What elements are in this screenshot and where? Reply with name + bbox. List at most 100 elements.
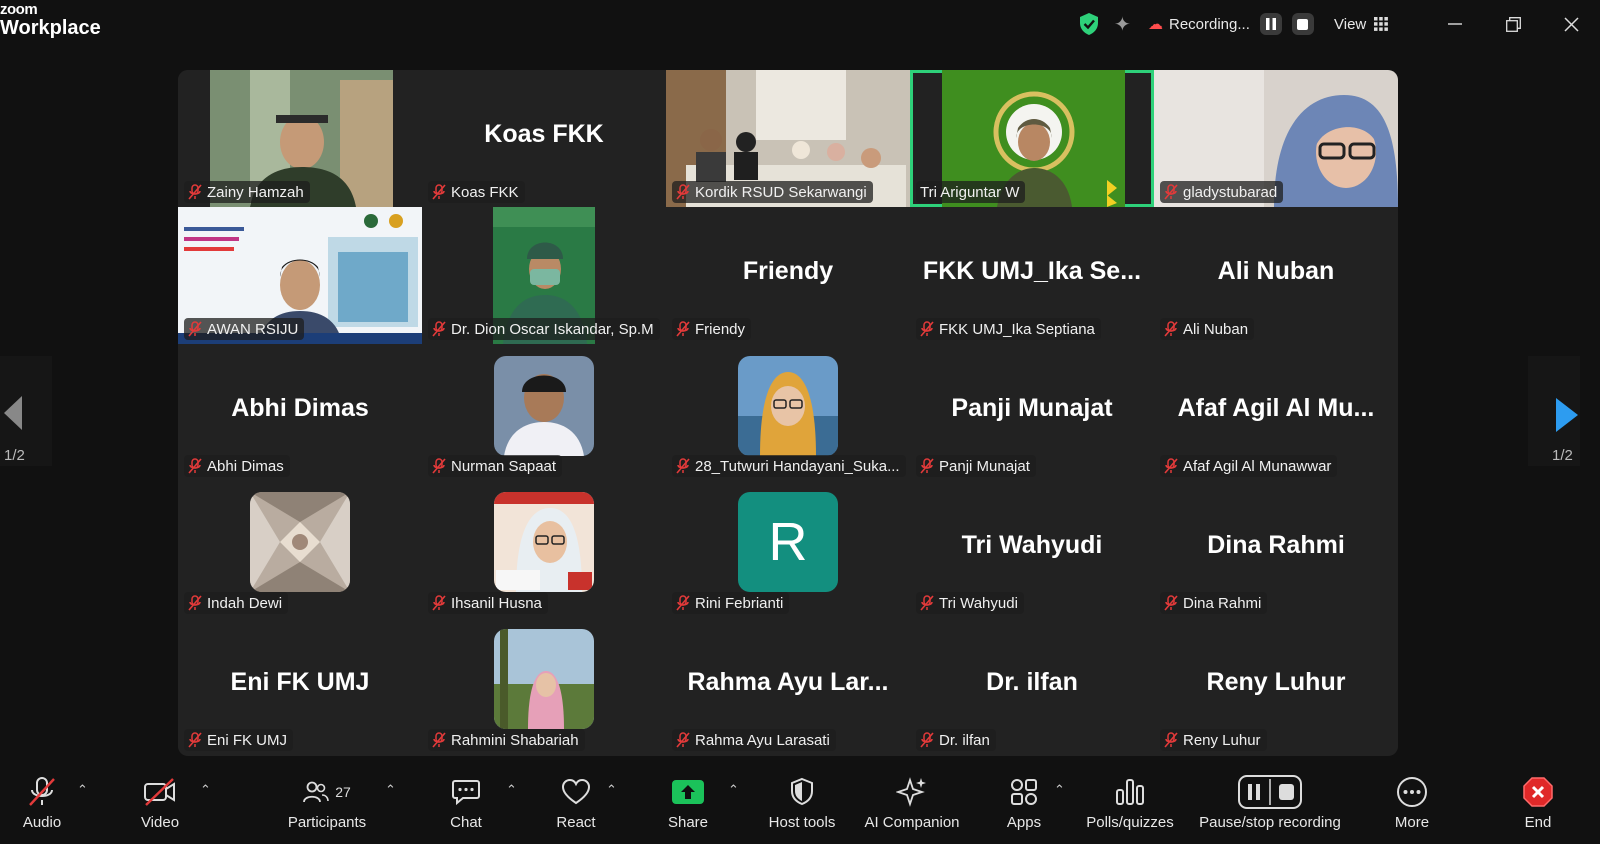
heart-icon [561, 772, 591, 812]
participant-tile[interactable]: Dina Rahmi Dina Rahmi [1154, 481, 1398, 618]
react-button[interactable]: React [550, 772, 602, 844]
active-speaker-tile[interactable]: Tri Ariguntar W [910, 70, 1154, 207]
participant-name-tag: Tri Ariguntar W [916, 181, 1026, 203]
polls-quizzes-button[interactable]: Polls/quizzes [1082, 772, 1178, 844]
more-button[interactable]: More [1386, 772, 1438, 844]
participant-tile[interactable]: Nurman Sapaat [422, 344, 666, 481]
participant-tile[interactable]: gladystubarad [1154, 70, 1398, 207]
page-indicator-left: 1/2 [4, 447, 25, 464]
participant-name-tag: Afaf Agil Al Munawwar [1160, 455, 1338, 477]
participant-name-tag: Nurman Sapaat [428, 455, 563, 477]
host-tools-button[interactable]: Host tools [762, 772, 842, 844]
mic-muted-icon [188, 732, 202, 748]
stop-recording-button[interactable] [1291, 13, 1314, 35]
participant-tile[interactable]: Dr. Dion Oscar Iskandar, Sp.M [422, 207, 666, 344]
participant-name-tag: Tri Wahyudi [916, 592, 1024, 614]
participant-tile[interactable]: Koas FKK Koas FKK [422, 70, 666, 207]
grid-icon [1374, 17, 1389, 31]
recording-indicator[interactable]: ☁ Recording... [1148, 8, 1314, 40]
ai-companion-button[interactable]: AI Companion [860, 772, 964, 844]
participant-tile[interactable]: Zainy Hamzah [178, 70, 422, 207]
participant-photo [738, 356, 838, 456]
participant-display-name: Dr. ilfan [986, 668, 1078, 696]
chat-options-chevron-up-icon[interactable]: ⌃ [506, 782, 517, 798]
participant-tile[interactable]: Reny Luhur Reny Luhur [1154, 618, 1398, 755]
more-icon [1396, 772, 1428, 812]
apps-options-chevron-up-icon[interactable]: ⌃ [1054, 782, 1065, 798]
video-button[interactable]: Video [134, 772, 186, 844]
audio-options-chevron-up-icon[interactable]: ⌃ [77, 782, 88, 798]
participant-name-tag: Indah Dewi [184, 592, 289, 614]
chat-button[interactable]: Chat [440, 772, 492, 844]
encryption-shield-icon[interactable] [1078, 8, 1100, 40]
mic-muted-icon [27, 772, 57, 812]
apps-icon [1009, 772, 1039, 812]
participant-display-name: FKK UMJ_Ika Se... [922, 257, 1142, 285]
shield-icon [789, 772, 815, 812]
participant-tile[interactable]: Indah Dewi [178, 481, 422, 618]
participant-tile[interactable]: Kordik RSUD Sekarwangi [666, 70, 910, 207]
previous-page-icon[interactable] [4, 396, 22, 435]
participant-tile[interactable]: Panji Munajat Panji Munajat [910, 344, 1154, 481]
participant-display-name: Rahma Ayu Lar... [687, 668, 889, 696]
mic-muted-icon [432, 732, 446, 748]
view-label: View [1334, 15, 1367, 33]
participant-tile[interactable]: 28_Tutwuri Handayani_Suka... [666, 344, 910, 481]
ai-sparkle-icon[interactable]: ✦ [1114, 8, 1131, 40]
pause-recording-button[interactable] [1259, 13, 1282, 35]
participant-tile[interactable]: Tri Wahyudi Tri Wahyudi [910, 481, 1154, 618]
participant-name-tag: Zainy Hamzah [184, 181, 310, 203]
participant-display-name: Afaf Agil Al Mu... [1177, 394, 1375, 422]
mic-muted-icon [1164, 458, 1178, 474]
participant-tile[interactable]: Rahmini Shabariah [422, 618, 666, 755]
participant-display-name: Reny Luhur [1206, 668, 1346, 696]
participant-tile[interactable]: Afaf Agil Al Mu... Afaf Agil Al Munawwar [1154, 344, 1398, 481]
audio-button[interactable]: Audio [16, 772, 68, 844]
participant-tile[interactable]: Ihsanil Husna [422, 481, 666, 618]
react-options-chevron-up-icon[interactable]: ⌃ [606, 782, 617, 798]
mic-muted-icon [432, 458, 446, 474]
participant-name-tag: Rahmini Shabariah [428, 729, 585, 751]
stop-icon [1297, 18, 1309, 30]
participant-photo [494, 492, 594, 592]
participant-tile[interactable]: FKK UMJ_Ika Se... FKK UMJ_Ika Septiana [910, 207, 1154, 344]
participant-tile[interactable]: Rahma Ayu Lar... Rahma Ayu Larasati [666, 618, 910, 755]
mic-muted-icon [188, 595, 202, 611]
participants-button[interactable]: 27 Participants [284, 772, 370, 844]
participant-name-tag: 28_Tutwuri Handayani_Suka... [672, 455, 906, 477]
apps-button[interactable]: Apps [998, 772, 1050, 844]
mic-muted-icon [188, 321, 202, 337]
view-button[interactable]: View [1334, 8, 1389, 40]
mic-muted-icon [676, 732, 690, 748]
participant-tile[interactable]: Eni FK UMJ Eni FK UMJ [178, 618, 422, 755]
mic-muted-icon [676, 595, 690, 611]
share-options-chevron-up-icon[interactable]: ⌃ [728, 782, 739, 798]
participant-tile[interactable]: AWAN RSIJU [178, 207, 422, 344]
participant-tile[interactable]: Friendy Friendy [666, 207, 910, 344]
participants-options-chevron-up-icon[interactable]: ⌃ [385, 782, 396, 798]
video-options-chevron-up-icon[interactable]: ⌃ [200, 782, 211, 798]
next-page-icon[interactable] [1556, 398, 1578, 437]
participant-display-name: Panji Munajat [951, 394, 1113, 422]
pause-icon [1265, 18, 1276, 30]
participant-tile[interactable]: R Rini Febrianti [666, 481, 910, 618]
mic-muted-icon [676, 184, 690, 200]
close-icon[interactable] [1564, 8, 1579, 40]
participant-name-tag: Rahma Ayu Larasati [672, 729, 836, 751]
participant-tile[interactable]: Ali Nuban Ali Nuban [1154, 207, 1398, 344]
pause-stop-recording-button[interactable]: Pause/stop recording [1194, 772, 1346, 844]
minimize-icon[interactable] [1448, 8, 1462, 40]
share-screen-button[interactable]: Share [662, 772, 714, 844]
mic-muted-icon [432, 321, 446, 337]
participant-name-tag: Panji Munajat [916, 455, 1036, 477]
participant-tile[interactable]: Abhi Dimas Abhi Dimas [178, 344, 422, 481]
zoom-logo: zoom Workplace [0, 1, 101, 39]
mic-muted-icon [1164, 732, 1178, 748]
restore-icon[interactable] [1506, 8, 1521, 40]
participant-name-tag: Ali Nuban [1160, 318, 1255, 340]
participant-tile[interactable]: Dr. ilfan Dr. ilfan [910, 618, 1154, 755]
end-meeting-button[interactable]: End [1512, 772, 1564, 844]
mic-muted-icon [676, 458, 690, 474]
participant-photo [250, 492, 350, 592]
mic-muted-icon [188, 184, 202, 200]
